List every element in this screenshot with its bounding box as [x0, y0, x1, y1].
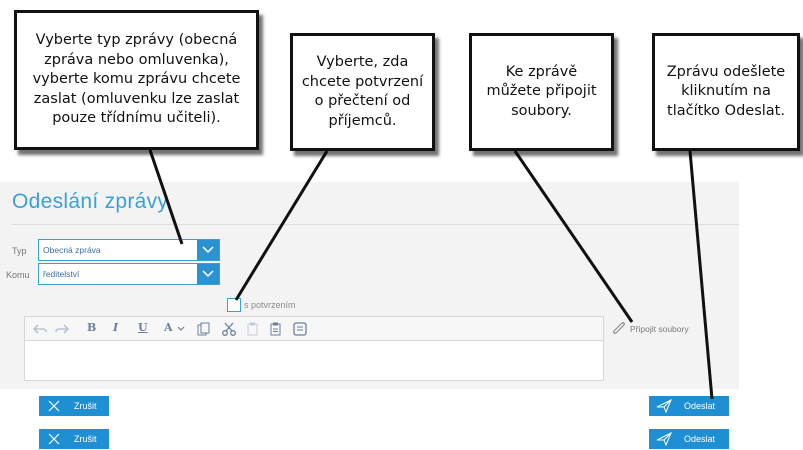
copy-icon[interactable]: [197, 322, 210, 336]
editor-toolbar: B I U A: [24, 316, 604, 341]
paste-word-icon[interactable]: [293, 322, 307, 336]
callout-send: Zprávu odešlete kliknutím na tlačítko Od…: [652, 33, 800, 151]
cancel-button-label: Zrušit: [74, 401, 97, 411]
bold-button[interactable]: B: [87, 321, 96, 334]
recipient-label: Komu: [6, 270, 30, 280]
send-icon: [656, 432, 672, 446]
recipient-select[interactable]: ředitelství: [38, 263, 220, 285]
attach-files-label: Připojit soubory: [630, 324, 689, 334]
italic-button[interactable]: I: [113, 321, 118, 334]
read-receipt-label: s potvrzením: [244, 300, 296, 310]
callout-text: Ke zprávě můžete připojit soubory.: [486, 63, 597, 119]
font-color-button[interactable]: A: [164, 321, 173, 334]
callout-text: Vyberte typ zprávy (obecná zpráva nebo o…: [32, 32, 241, 127]
cancel-button-label: Zrušit: [74, 434, 97, 444]
send-button[interactable]: Odeslat: [649, 396, 729, 416]
read-receipt-checkbox[interactable]: [227, 298, 241, 312]
cancel-button[interactable]: Zrušit: [39, 429, 109, 449]
close-icon: [48, 400, 60, 412]
cut-icon[interactable]: [222, 322, 236, 336]
attach-files-link[interactable]: Připojit soubory: [610, 320, 720, 338]
send-button-label: Odeslat: [684, 401, 716, 411]
send-icon: [656, 399, 672, 413]
callout-text: Zprávu odešlete kliknutím na tlačítko Od…: [666, 63, 786, 119]
cancel-button[interactable]: Zrušit: [39, 396, 109, 416]
chevron-down-icon[interactable]: [197, 264, 219, 284]
underline-button[interactable]: U: [138, 321, 148, 334]
chevron-down-icon[interactable]: [177, 326, 185, 332]
send-button-label: Odeslat: [684, 434, 716, 444]
message-body-editor[interactable]: [24, 341, 604, 381]
redo-icon[interactable]: [55, 323, 69, 335]
chevron-down-icon[interactable]: [197, 240, 219, 260]
callout-text: Vyberte, zda chcete potvrzení o přečtení…: [301, 54, 424, 129]
message-type-value: Obecná zpráva: [43, 245, 101, 255]
page-title: Odeslání zprávy: [12, 190, 169, 213]
action-bar: Zrušit Odeslat: [0, 429, 739, 449]
paperclip-icon: [613, 322, 625, 334]
callout-attachments: Ke zprávě můžete připojit soubory.: [469, 33, 614, 151]
close-icon: [48, 433, 60, 445]
recipient-value: ředitelství: [43, 269, 80, 279]
undo-icon[interactable]: [33, 323, 47, 335]
callout-read-receipt: Vyberte, zda chcete potvrzení o přečtení…: [290, 33, 435, 151]
title-divider: [12, 224, 739, 225]
paste-icon[interactable]: [247, 322, 259, 336]
action-bar: Zrušit Odeslat: [0, 396, 739, 416]
callout-type-recipient: Vyberte typ zprávy (obecná zpráva nebo o…: [14, 10, 259, 150]
message-type-select[interactable]: Obecná zpráva: [38, 239, 220, 261]
send-button[interactable]: Odeslat: [649, 429, 729, 449]
paste-text-icon[interactable]: [270, 322, 282, 336]
type-label: Typ: [12, 246, 27, 256]
